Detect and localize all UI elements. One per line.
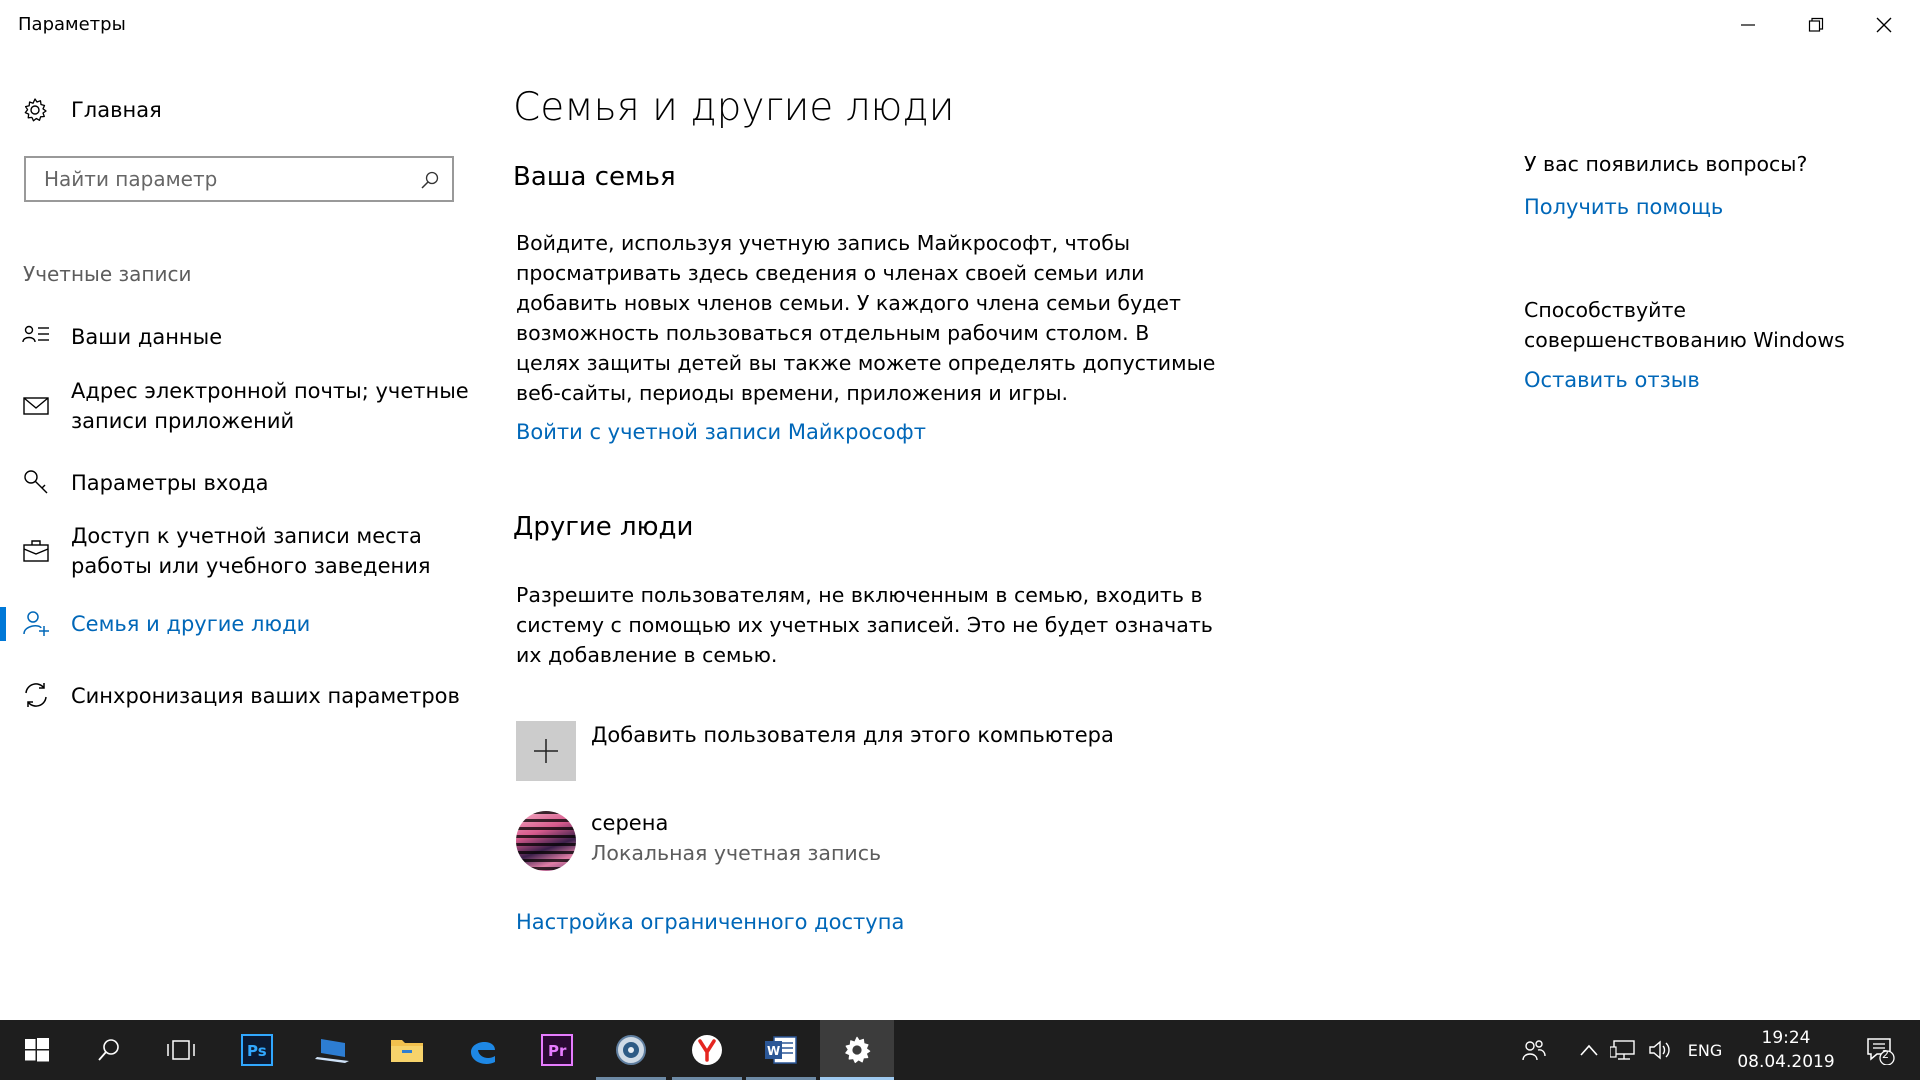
user-account-type: Локальная учетная запись <box>591 841 882 865</box>
gear-icon <box>24 98 47 122</box>
section-title: Учетные записи <box>23 262 192 286</box>
svg-text:Ps: Ps <box>247 1042 267 1060</box>
active-indicator <box>0 607 6 641</box>
taskbar: Ps Pr W ENG 19:24 08.04.2019 2 <box>0 1020 1920 1080</box>
home-label: Главная <box>71 98 162 122</box>
home-link[interactable]: Главная <box>22 90 162 130</box>
clock-time: 19:24 <box>1761 1028 1811 1048</box>
sync-icon <box>25 683 47 707</box>
yandex-icon <box>692 1035 722 1065</box>
add-user-label[interactable]: Добавить пользователя для этого компьюте… <box>591 723 1114 747</box>
add-user-button[interactable] <box>516 721 576 781</box>
show-hidden-icons-button[interactable] <box>1574 1020 1604 1080</box>
avatar[interactable] <box>516 811 576 871</box>
assigned-access-link[interactable]: Настройка ограниченного доступа <box>516 910 904 934</box>
start-button[interactable] <box>0 1020 74 1080</box>
family-description: Войдите, используя учетную запись Майкро… <box>516 231 1216 405</box>
sidebar-item-family[interactable]: Семья и другие люди <box>0 603 490 647</box>
briefcase-icon <box>23 540 49 562</box>
user-card-icon <box>22 325 49 343</box>
key-icon <box>24 470 48 494</box>
window-title: Параметры <box>18 14 126 35</box>
word-icon: W <box>765 1036 797 1064</box>
add-person-icon <box>23 611 49 636</box>
taskbar-app-dell[interactable] <box>296 1020 370 1080</box>
sidebar-item-sign-in-options[interactable]: Параметры входа <box>0 460 490 510</box>
search-box[interactable] <box>24 156 454 202</box>
folder-icon <box>391 1040 423 1062</box>
svg-text:Pr: Pr <box>548 1042 567 1060</box>
notification-icon <box>1867 1038 1895 1065</box>
chevron-up-icon <box>1580 1044 1598 1056</box>
action-center-button[interactable]: 2 <box>1850 1020 1910 1080</box>
taskbar-app-word[interactable]: W <box>744 1020 818 1080</box>
sidebar-item-label: Синхронизация ваших параметров <box>71 684 460 708</box>
improve-text: Способствуйте совершенствованию Windows <box>1524 298 1845 352</box>
media-app-icon <box>616 1035 646 1065</box>
taskbar-app-file-explorer[interactable] <box>370 1020 444 1080</box>
taskbar-search-button[interactable] <box>72 1020 146 1080</box>
premiere-icon: Pr <box>541 1034 573 1066</box>
minimize-button[interactable] <box>1714 0 1782 50</box>
clock[interactable]: 19:24 08.04.2019 <box>1726 1026 1846 1074</box>
user-name[interactable]: серена <box>591 811 668 835</box>
page-title: Семья и другие люди <box>513 85 955 130</box>
main-content: Семья и другие люди Ваша семья Войдите, … <box>512 50 1512 1020</box>
close-icon <box>1876 17 1892 33</box>
taskbar-app-photoshop[interactable]: Ps <box>220 1020 294 1080</box>
clock-date: 08.04.2019 <box>1737 1052 1835 1072</box>
taskbar-app-media[interactable] <box>594 1020 668 1080</box>
photoshop-icon: Ps <box>241 1034 273 1066</box>
minimize-icon <box>1741 24 1755 26</box>
svg-text:W: W <box>767 1044 780 1058</box>
speaker-icon <box>1649 1040 1670 1060</box>
mail-icon <box>23 397 49 415</box>
taskbar-app-premiere[interactable]: Pr <box>520 1020 594 1080</box>
search-icon <box>98 1039 119 1061</box>
gear-icon <box>845 1036 871 1064</box>
sidebar-item-label: Доступ к учетной записи места работы или… <box>71 524 431 578</box>
taskbar-app-settings[interactable] <box>820 1020 894 1080</box>
task-view-icon <box>167 1040 195 1060</box>
sidebar-item-your-info[interactable]: Ваши данные <box>0 312 490 362</box>
microsoft-signin-link[interactable]: Войти с учетной записи Майкрософт <box>516 420 926 444</box>
network-icon <box>1610 1040 1635 1060</box>
volume-button[interactable] <box>1644 1020 1678 1080</box>
close-button[interactable] <box>1850 0 1918 50</box>
notification-count: 2 <box>1882 1048 1889 1061</box>
taskbar-app-yandex[interactable] <box>670 1020 744 1080</box>
question-text: У вас появились вопросы? <box>1524 152 1808 176</box>
title-bar: Параметры <box>0 0 1920 50</box>
sidebar-item-work-school[interactable]: Доступ к учетной записи места работы или… <box>0 515 490 585</box>
laptop-icon <box>315 1039 349 1063</box>
search-input[interactable] <box>42 166 416 192</box>
restore-icon <box>1808 17 1824 32</box>
sidebar: Главная Учетные записи Ваши данные Адрес… <box>0 50 490 1020</box>
task-view-button[interactable] <box>144 1020 218 1080</box>
edge-icon <box>471 1041 495 1064</box>
windows-logo-icon <box>25 1038 49 1062</box>
sidebar-item-label: Адрес электронной почты; учетные записи … <box>71 379 469 433</box>
other-people-description: Разрешите пользователям, не включенным в… <box>516 583 1213 667</box>
taskbar-app-edge[interactable] <box>446 1020 520 1080</box>
family-heading: Ваша семья <box>513 162 676 192</box>
language-indicator[interactable]: ENG <box>1682 1020 1728 1080</box>
plus-icon <box>534 739 558 763</box>
restore-button[interactable] <box>1782 0 1850 50</box>
search-icon[interactable] <box>420 170 440 190</box>
sidebar-item-label: Ваши данные <box>71 325 223 349</box>
other-people-heading: Другие люди <box>513 512 694 542</box>
sidebar-item-email[interactable]: Адрес электронной почты; учетные записи … <box>0 370 490 440</box>
network-button[interactable] <box>1608 1020 1638 1080</box>
feedback-link[interactable]: Оставить отзыв <box>1524 368 1700 392</box>
sidebar-item-sync[interactable]: Синхронизация ваших параметров <box>0 675 490 719</box>
people-icon <box>1522 1040 1546 1061</box>
sidebar-item-label: Параметры входа <box>71 471 269 495</box>
people-button[interactable] <box>1516 1020 1552 1080</box>
get-help-link[interactable]: Получить помощь <box>1524 195 1723 219</box>
sidebar-item-label: Семья и другие люди <box>71 612 311 636</box>
